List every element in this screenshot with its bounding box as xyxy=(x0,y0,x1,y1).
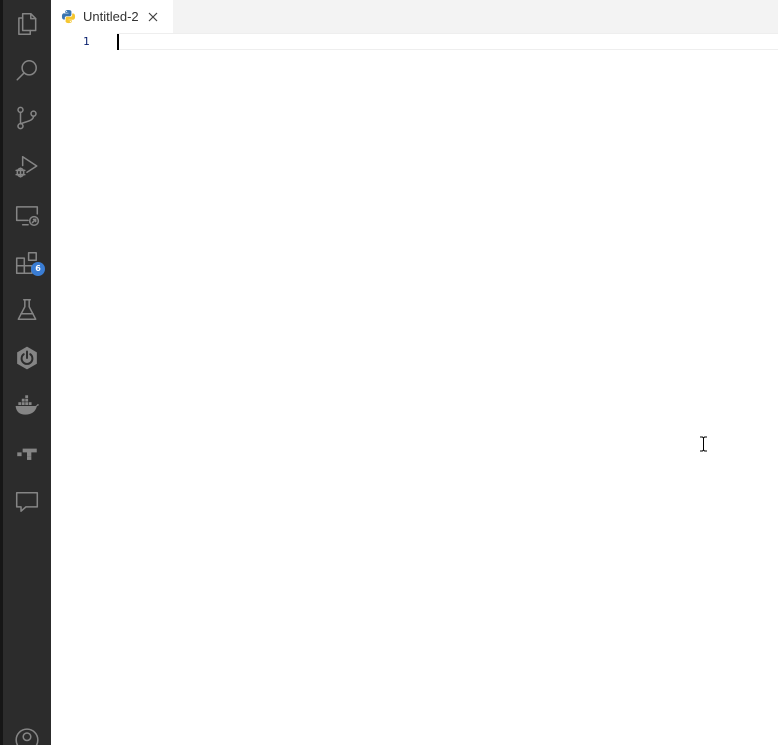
comments-button[interactable] xyxy=(3,478,51,526)
run-debug-icon xyxy=(15,156,38,178)
activity-bar: 6 xyxy=(0,0,51,745)
comments-icon xyxy=(15,492,39,512)
source-control-button[interactable] xyxy=(3,94,51,142)
spring-boot-icon xyxy=(17,346,37,370)
gitlens-button[interactable] xyxy=(3,430,51,478)
testing-flask-icon xyxy=(17,298,37,320)
files-icon xyxy=(18,12,37,36)
remote-explorer-icon xyxy=(15,206,40,227)
spring-boot-button[interactable] xyxy=(3,334,51,382)
tab-strip: Untitled-2 xyxy=(51,0,778,33)
editor-area[interactable]: 1 xyxy=(51,33,778,745)
search-icon xyxy=(16,60,37,81)
tab-close-button[interactable] xyxy=(146,10,160,24)
ibeam-cursor-icon xyxy=(700,436,707,452)
gitlens-icon xyxy=(17,448,37,460)
account-button[interactable] xyxy=(3,716,51,745)
account-icon xyxy=(15,728,39,745)
tab-label: Untitled-2 xyxy=(83,9,139,24)
source-control-icon xyxy=(17,106,37,130)
docker-icon xyxy=(15,395,39,415)
remote-explorer-button[interactable] xyxy=(3,191,51,239)
text-cursor xyxy=(117,34,119,50)
explorer-button[interactable] xyxy=(3,0,51,48)
extensions-badge: 6 xyxy=(31,262,45,276)
testing-button[interactable] xyxy=(3,286,51,334)
tab-untitled-2[interactable]: Untitled-2 xyxy=(51,0,173,33)
line-number: 1 xyxy=(83,35,90,48)
close-icon xyxy=(148,12,158,21)
search-button[interactable] xyxy=(3,46,51,94)
current-line-highlight xyxy=(117,33,778,50)
docker-button[interactable] xyxy=(3,382,51,430)
vscode-window: 6 Untitled-2 1 xyxy=(0,0,778,745)
python-file-icon xyxy=(60,9,76,25)
run-debug-button[interactable] xyxy=(3,142,51,190)
extensions-button[interactable]: 6 xyxy=(3,239,51,287)
